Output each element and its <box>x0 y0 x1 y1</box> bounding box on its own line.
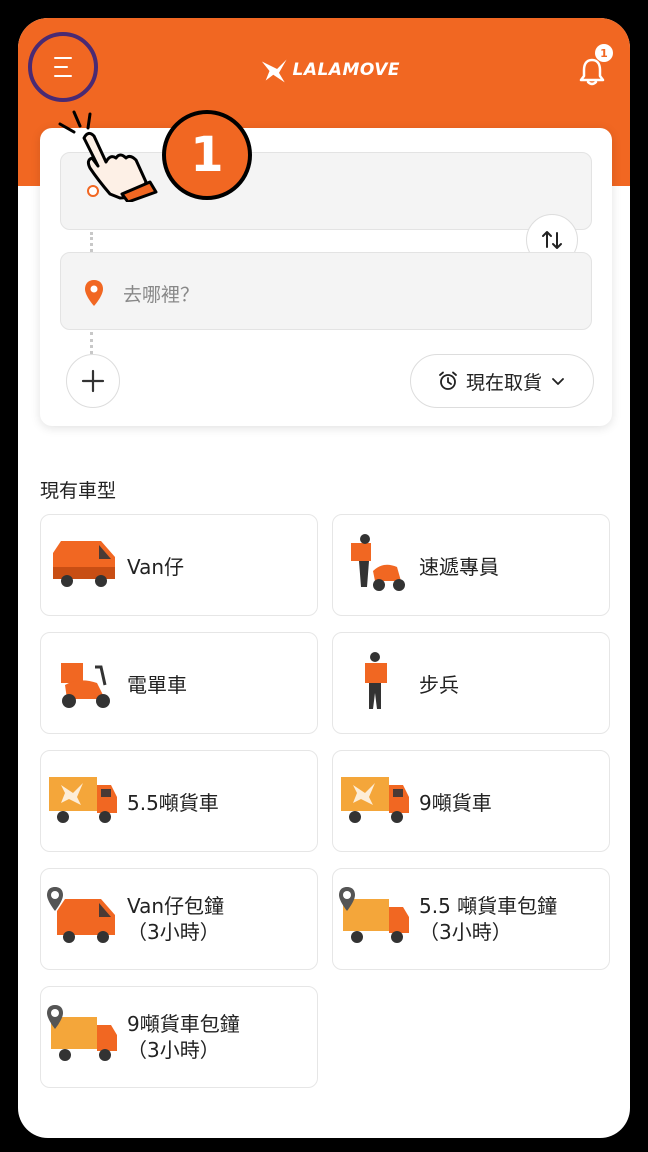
motorcycle-courier-icon <box>351 534 405 591</box>
van-icon <box>53 541 115 587</box>
truck-icon <box>49 777 117 823</box>
chevron-down-icon <box>552 378 564 385</box>
van-hourly-icon <box>47 887 115 943</box>
dropoff-placeholder: 去哪裡？ <box>123 284 200 306</box>
dropoff-input[interactable]: 去哪裡？ <box>60 252 592 330</box>
vehicle-label-line1: 5.5 噸貨車包鐘 <box>419 894 558 918</box>
vehicle-label: 9噸貨車 <box>419 790 492 815</box>
truck-icon <box>341 777 409 823</box>
pickup-time-label: 現在取貨 <box>465 371 542 394</box>
route-connector <box>90 232 96 252</box>
app-screen: LALAMOVE 1 去哪裡？ 現在取貨 1 現有車型 Van仔 速遞專員 電單… <box>18 18 630 1138</box>
vehicle-label: 5.5噸貨車 <box>127 790 219 815</box>
vehicle-label-line2: （3小時） <box>127 1038 220 1062</box>
vehicle-label-line1: Van仔包鐘 <box>127 894 225 918</box>
vehicle-label: 5.5 噸貨車包鐘 （3小時） <box>419 869 557 969</box>
vehicle-label: Van仔包鐘 （3小時） <box>127 869 224 969</box>
alarm-clock-icon <box>439 371 457 390</box>
motorcycle-icon <box>61 663 110 708</box>
vehicle-option-5-5-ton-truck[interactable]: 5.5噸貨車 <box>40 750 318 852</box>
lalamove-logo: LALAMOVE <box>260 52 400 88</box>
plus-icon <box>81 369 105 393</box>
tapping-hand-icon <box>58 110 158 202</box>
tutorial-step-badge: 1 <box>162 110 252 200</box>
vehicle-option-5-5-ton-truck-hourly[interactable]: 5.5 噸貨車包鐘 （3小時） <box>332 868 610 970</box>
vehicle-option-9-ton-truck-hourly[interactable]: 9噸貨車包鐘 （3小時） <box>40 986 318 1088</box>
vehicle-label: 速遞專員 <box>419 554 499 579</box>
vehicle-label-line1: 9噸貨車包鐘 <box>127 1012 240 1036</box>
truck-hourly-icon <box>47 1005 117 1061</box>
vehicle-label: 9噸貨車包鐘 （3小時） <box>127 987 240 1087</box>
hamburger-line <box>54 66 68 68</box>
vehicle-option-motorcycle[interactable]: 電單車 <box>40 632 318 734</box>
vehicle-option-van[interactable]: Van仔 <box>40 514 318 616</box>
vehicle-label-line2: （3小時） <box>419 920 512 944</box>
vehicle-option-walker[interactable]: 步兵 <box>332 632 610 734</box>
vehicle-section-title: 現有車型 <box>40 480 117 502</box>
vehicle-label: 步兵 <box>419 672 459 697</box>
menu-button[interactable] <box>44 46 86 88</box>
hamburger-line <box>54 75 72 77</box>
vehicle-option-van-hourly[interactable]: Van仔包鐘 （3小時） <box>40 868 318 970</box>
vehicle-option-9-ton-truck[interactable]: 9噸貨車 <box>332 750 610 852</box>
vehicle-label: Van仔 <box>127 554 185 579</box>
vehicle-option-courier[interactable]: 速遞專員 <box>332 514 610 616</box>
swap-icon <box>542 231 562 249</box>
hamburger-line <box>54 57 72 59</box>
walker-icon <box>365 652 387 709</box>
pickup-time-selector[interactable]: 現在取貨 <box>410 354 594 408</box>
location-pin-icon <box>85 280 103 306</box>
add-stop-button[interactable] <box>66 354 120 408</box>
bird-logo-icon <box>261 59 287 83</box>
route-connector <box>90 332 96 354</box>
truck-hourly-icon <box>339 887 409 943</box>
vehicle-label: 電單車 <box>127 672 187 697</box>
notification-badge: 1 <box>595 44 613 62</box>
vehicle-label-line2: （3小時） <box>127 920 220 944</box>
logo-text: LALAMOVE <box>292 60 400 80</box>
